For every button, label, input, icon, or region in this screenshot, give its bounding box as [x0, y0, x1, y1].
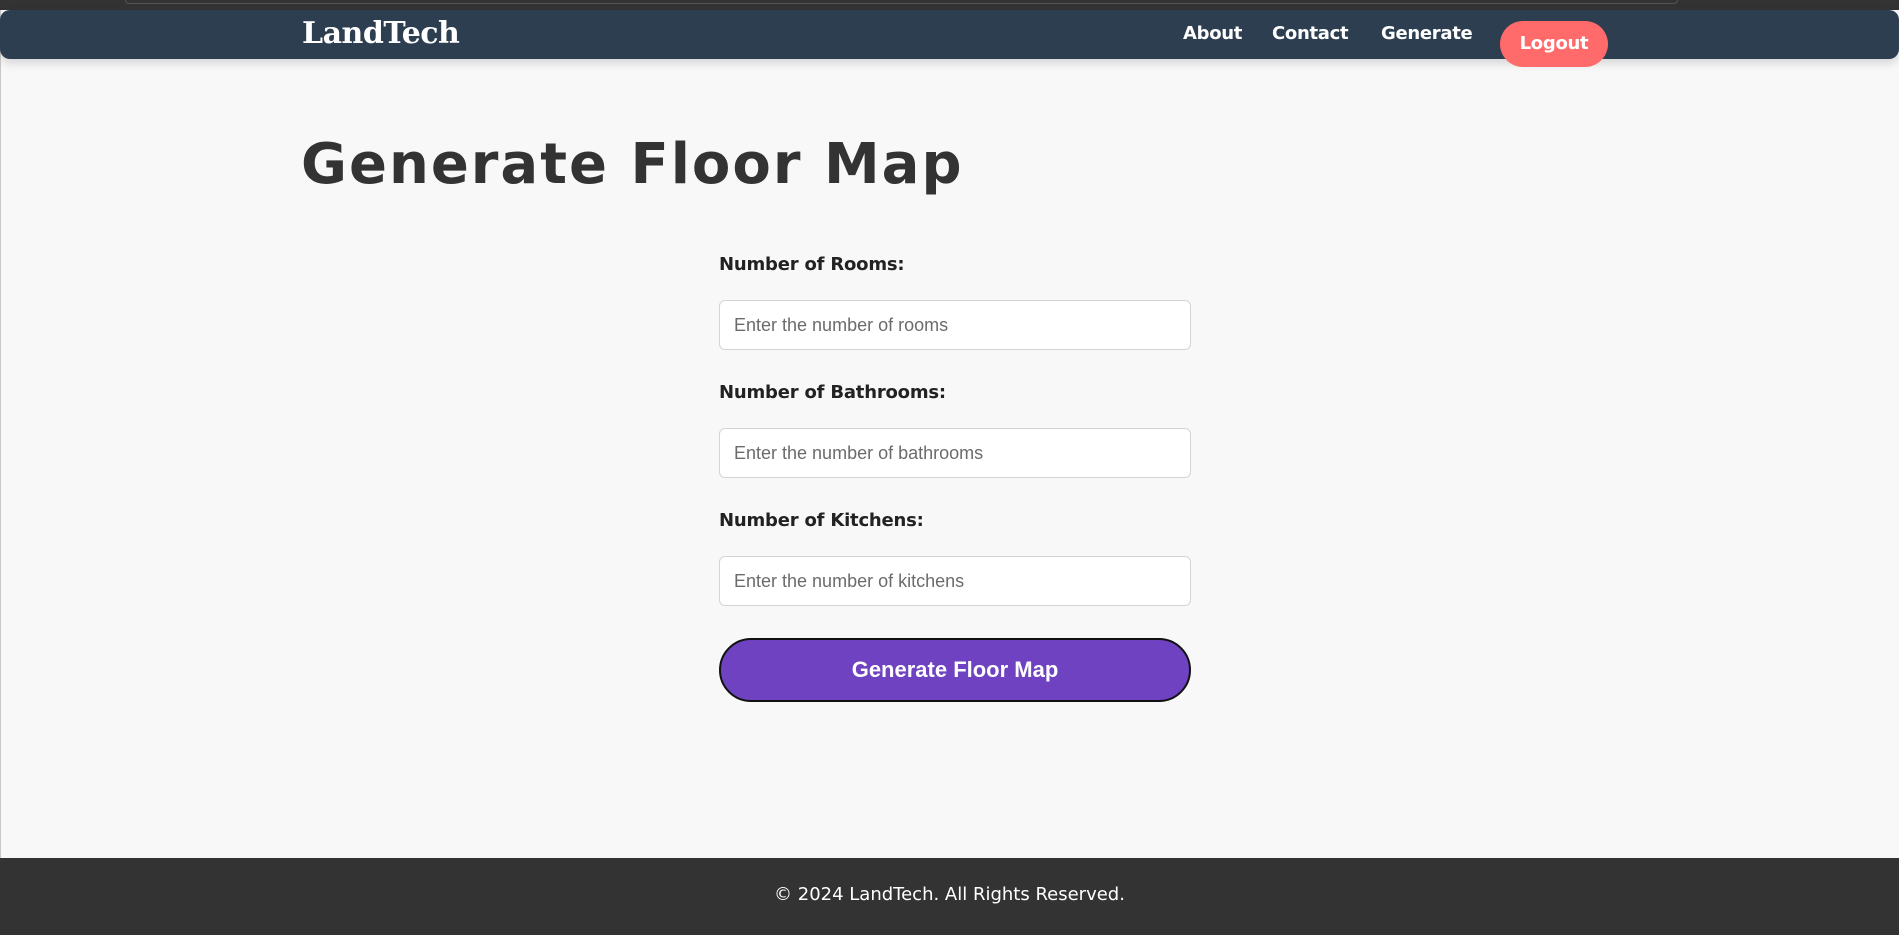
brand-logo[interactable]: LandTech: [302, 16, 460, 52]
rooms-label: Number of Rooms:: [719, 254, 905, 275]
kitchens-input[interactable]: [719, 556, 1191, 606]
nav-link-contact[interactable]: Contact: [1272, 21, 1349, 47]
bathrooms-input[interactable]: [719, 428, 1191, 478]
bathrooms-label: Number of Bathrooms:: [719, 382, 946, 403]
footer-copyright: © 2024 LandTech. All Rights Reserved.: [774, 884, 1125, 905]
browser-top-strip: [0, 0, 1899, 10]
nav-link-generate[interactable]: Generate: [1381, 21, 1473, 47]
rooms-input[interactable]: [719, 300, 1191, 350]
logout-button[interactable]: Logout: [1500, 21, 1608, 67]
nav-link-about[interactable]: About: [1183, 21, 1242, 47]
navbar: LandTech About Contact Generate Logout: [0, 10, 1899, 67]
generate-floor-map-button[interactable]: Generate Floor Map: [719, 638, 1191, 702]
kitchens-label: Number of Kitchens:: [719, 510, 924, 531]
page-title: Generate Floor Map: [301, 132, 964, 197]
footer: © 2024 LandTech. All Rights Reserved.: [0, 858, 1899, 935]
browser-top-edge: [125, 0, 1678, 4]
